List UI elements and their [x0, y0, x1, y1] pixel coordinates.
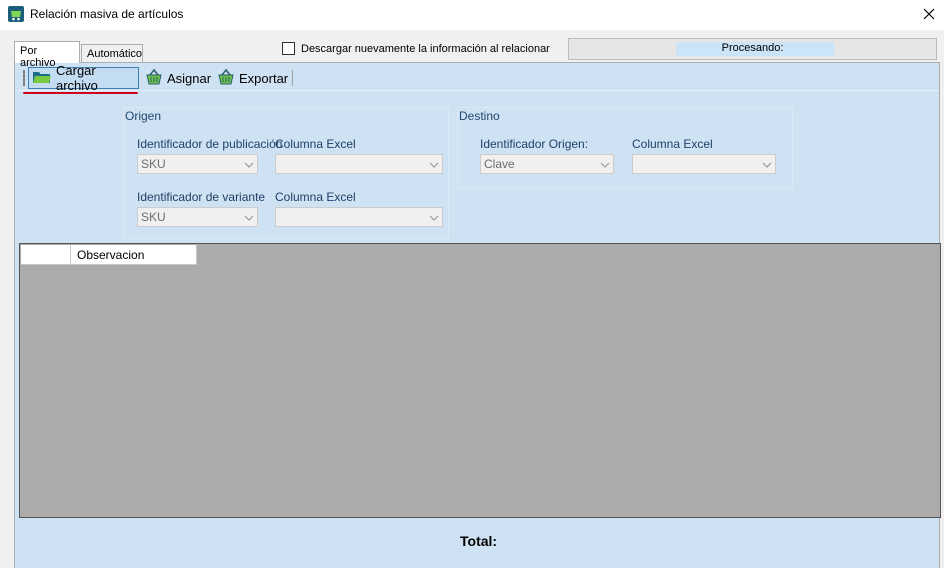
app-icon [8, 6, 24, 22]
toolbar-grip[interactable] [23, 70, 25, 86]
processing-label: Procesando: [721, 42, 784, 54]
var-excel-label: Columna Excel [275, 190, 356, 204]
chevron-down-icon [762, 159, 772, 169]
origin-id-label: Identificador Origen: [480, 137, 589, 151]
total-label: Total: [460, 533, 498, 549]
tab-label: Por archivo [20, 45, 56, 69]
window-title: Relación masiva de artículos [30, 7, 184, 21]
grid-header: Observacion [21, 245, 197, 265]
redownload-checkbox[interactable] [282, 42, 295, 55]
highlight-underline [23, 92, 138, 94]
redownload-checkbox-label: Descargar nuevamente la información al r… [301, 42, 550, 55]
grid-row-header-cell [21, 245, 71, 265]
tab-por-archivo[interactable]: Por archivo [14, 41, 80, 69]
window-body: Por archivo Automático Descargar nuevame… [0, 30, 944, 568]
results-grid[interactable]: Observacion [19, 243, 941, 518]
load-file-button[interactable]: Cargar archivo [28, 63, 139, 93]
toolbar: Cargar archivo Asignar Exportar [17, 63, 939, 94]
toolbar-separator [292, 70, 293, 86]
pub-id-select[interactable]: SKU [137, 154, 258, 174]
folder-icon [32, 69, 52, 88]
pub-id-label: Identificador de publicación [137, 137, 283, 151]
var-id-label: Identificador de variante [137, 190, 266, 204]
origin-id-select[interactable]: Clave [480, 154, 614, 174]
redownload-option[interactable]: Descargar nuevamente la información al r… [282, 42, 550, 55]
title-bar: Relación masiva de artículos [0, 0, 944, 30]
origin-id-value: Clave [484, 157, 515, 171]
shopping-basket-icon [145, 68, 163, 89]
close-button[interactable] [914, 0, 944, 30]
var-excel-select[interactable] [275, 207, 443, 227]
shopping-basket-icon [217, 68, 235, 89]
var-id-value: SKU [141, 210, 166, 224]
origin-heading: Origen [125, 109, 162, 123]
export-button[interactable]: Exportar [214, 67, 291, 89]
pub-id-value: SKU [141, 157, 166, 171]
tab-label: Automático [87, 48, 143, 60]
destination-heading: Destino [459, 109, 500, 123]
tab-automatico[interactable]: Automático [81, 44, 143, 62]
assign-button[interactable]: Asignar [142, 67, 214, 89]
grid-column-observacion[interactable]: Observacion [71, 245, 197, 265]
var-id-select[interactable]: SKU [137, 207, 258, 227]
chevron-down-icon [244, 159, 254, 169]
processing-progress-bar: Procesando: [568, 38, 937, 60]
chevron-down-icon [429, 212, 439, 222]
chevron-down-icon [600, 159, 610, 169]
load-file-label: Cargar archivo [56, 63, 98, 93]
dest-excel-label: Columna Excel [632, 137, 713, 151]
close-icon [923, 8, 935, 23]
tab-page-por-archivo: Cargar archivo Asignar Exportar Origen I… [14, 62, 941, 568]
chevron-down-icon [429, 159, 439, 169]
pub-excel-select[interactable] [275, 154, 443, 174]
chevron-down-icon [244, 212, 254, 222]
pub-excel-label: Columna Excel [275, 137, 356, 151]
assign-label: Asignar [167, 70, 212, 86]
dest-excel-select[interactable] [632, 154, 776, 174]
export-label: Exportar [239, 70, 289, 86]
